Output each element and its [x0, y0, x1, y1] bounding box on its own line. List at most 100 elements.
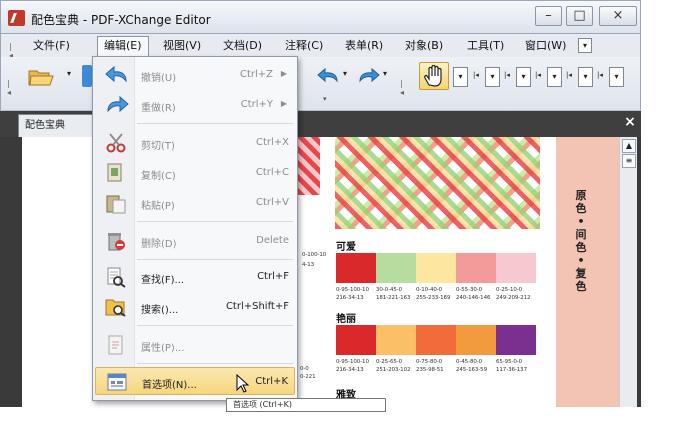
copy-icon	[105, 162, 127, 184]
color-swatch	[496, 325, 536, 355]
color-swatch	[496, 253, 536, 283]
color-category-label: 原色•间色•复色	[575, 189, 587, 293]
tab-document[interactable]: 配色宝典	[18, 114, 96, 137]
title-bar: 配色宝典 - PDF-XChange Editor – □ ×	[0, 0, 641, 34]
menu-bar: |◂ 文件(F) 编辑(E) 视图(V) 文档(D) 注释(C) 表单(R) 对…	[0, 34, 641, 60]
color-category-panel	[556, 137, 619, 407]
menu-item-delete[interactable]: 删除(D) Delete	[95, 227, 295, 255]
vertical-scrollbar[interactable]: ▲ ≡	[619, 137, 637, 407]
search-folder-icon	[105, 296, 127, 318]
submenu-arrow-icon: ▶	[280, 99, 287, 108]
color-code-label: 0-45-80-0	[456, 359, 483, 365]
menu-comment[interactable]: 注释(C)	[279, 37, 329, 55]
color-code-label: 0-25-10-0	[496, 287, 523, 293]
color-code-label: 0-10-40-0	[416, 287, 443, 293]
menu-object[interactable]: 对象(B)	[399, 37, 449, 55]
menu-separator	[137, 259, 293, 260]
toolbar-redo-icon[interactable]	[356, 67, 380, 88]
toolbar-undo-icon[interactable]	[317, 67, 341, 88]
menu-view[interactable]: 视图(V)	[157, 37, 207, 55]
color-code-label: 245-163-59	[456, 367, 487, 373]
tool-dropdown-5-chevron-icon[interactable]: ▾	[578, 67, 593, 87]
menu-separator	[137, 123, 293, 124]
toolbar-grip-4-icon[interactable]: |◂	[504, 71, 510, 79]
preferences-icon	[106, 371, 128, 393]
menu-item-redo[interactable]: 重做(R) Ctrl+Y ▶	[95, 91, 295, 119]
redo-dropdown-chevron-icon[interactable]: ▾	[383, 69, 387, 78]
partial-color-code: 0-100-10	[302, 252, 327, 258]
color-swatch	[456, 325, 496, 355]
menu-item-find[interactable]: 查找(F)... Ctrl+F	[95, 263, 295, 291]
minimize-button[interactable]: –	[535, 6, 562, 26]
toolbar-grip-5-icon[interactable]: |◂	[535, 71, 541, 79]
color-swatch	[376, 325, 416, 355]
scissors-icon	[105, 132, 127, 154]
find-icon	[105, 266, 127, 288]
color-code-label: 0-95-100-10	[336, 287, 369, 293]
save-icon[interactable]	[82, 65, 92, 87]
menu-window[interactable]: 窗口(W)	[519, 37, 572, 55]
color-swatch	[456, 253, 496, 283]
menu-separator	[137, 325, 293, 326]
color-swatch	[376, 253, 416, 283]
open-dropdown-chevron-icon[interactable]: ▾	[67, 69, 71, 78]
color-swatch	[336, 325, 376, 355]
toolbar-grip-2-icon[interactable]: |◂	[400, 79, 406, 97]
partial-color-code: 4-13	[302, 262, 315, 268]
menu-document[interactable]: 文档(D)	[217, 37, 268, 55]
menu-file[interactable]: 文件(F)	[27, 37, 76, 55]
tool-dropdown-6-chevron-icon[interactable]: ▾	[609, 67, 624, 87]
menu-item-undo[interactable]: 撤销(U) Ctrl+Z ▶	[95, 61, 295, 89]
tooltip: 首选项 (Ctrl+K)	[226, 398, 386, 412]
color-code-label: 251-203-102	[376, 367, 411, 373]
open-folder-icon[interactable]	[28, 67, 54, 90]
color-code-label: 30-0-45-0	[376, 287, 403, 293]
toolbar-overflow-chevron-icon[interactable]: ▾	[323, 95, 327, 103]
menu-edit[interactable]: 编辑(E)	[97, 36, 149, 57]
edit-menu-dropdown: 撤销(U) Ctrl+Z ▶ 重做(R) Ctrl+Y ▶ 剪切(T) Ctrl…	[92, 56, 298, 401]
menu-item-search[interactable]: 搜索()... Ctrl+Shift+F	[95, 293, 295, 321]
redo-icon	[105, 94, 129, 116]
mouse-pointer-icon	[236, 373, 250, 397]
menu-item-preferences[interactable]: 首选项(N)... Ctrl+K	[95, 367, 295, 395]
hand-tool-icon[interactable]	[419, 62, 449, 90]
toolbar-grip-3-icon[interactable]: |◂	[473, 71, 479, 79]
menu-tools[interactable]: 工具(T)	[461, 37, 510, 55]
toolbar-grip-icon[interactable]: |◂	[7, 79, 13, 97]
color-code-label: 235-98-51	[416, 367, 444, 373]
color-code-label: 216-34-13	[336, 295, 364, 301]
scroll-menu-icon[interactable]: ≡	[622, 154, 636, 168]
woven-pattern-left	[298, 137, 320, 195]
woven-pattern-swatch	[335, 137, 540, 229]
toolbar-grip-6-icon[interactable]: |◂	[566, 71, 572, 79]
menu-separator	[137, 363, 293, 364]
tool-dropdown-3-chevron-icon[interactable]: ▾	[516, 67, 531, 87]
properties-icon	[105, 334, 127, 356]
scroll-up-icon[interactable]: ▲	[622, 139, 636, 153]
color-code-label: 255-233-169	[416, 295, 451, 301]
menu-form[interactable]: 表单(R)	[339, 37, 389, 55]
paste-icon	[105, 192, 127, 214]
toolbar-grip-7-icon[interactable]: |◂	[597, 71, 603, 79]
tool-dropdown-4-chevron-icon[interactable]: ▾	[547, 67, 562, 87]
menubar-overflow-chevron-icon[interactable]: ▾	[578, 38, 592, 53]
color-swatch	[416, 325, 456, 355]
menubar-grip-icon[interactable]: |◂	[9, 42, 15, 60]
color-code-label: 181-221-163	[376, 295, 411, 301]
color-code-label: 0-95-100-10	[336, 359, 369, 365]
tool-dropdown-1-chevron-icon[interactable]: ▾	[453, 67, 468, 87]
maximize-button[interactable]: □	[566, 6, 593, 26]
trash-icon	[105, 230, 127, 252]
menu-item-copy[interactable]: 复制(C) Ctrl+C	[95, 159, 295, 187]
app-logo-icon	[8, 10, 25, 26]
close-tab-icon[interactable]: ×	[623, 115, 637, 131]
menu-item-properties[interactable]: 属性(P)...	[95, 331, 295, 359]
tab-document-label: 配色宝典	[25, 120, 65, 131]
undo-dropdown-chevron-icon[interactable]: ▾	[343, 69, 347, 78]
close-window-button[interactable]: ×	[599, 6, 637, 26]
menu-item-paste[interactable]: 粘贴(P) Ctrl+V	[95, 189, 295, 217]
menu-item-cut[interactable]: 剪切(T) Ctrl+X	[95, 129, 295, 157]
color-code-label: 117-36-137	[496, 367, 527, 373]
tool-dropdown-2-chevron-icon[interactable]: ▾	[485, 67, 500, 87]
color-code-label: 240-146-146	[456, 295, 491, 301]
